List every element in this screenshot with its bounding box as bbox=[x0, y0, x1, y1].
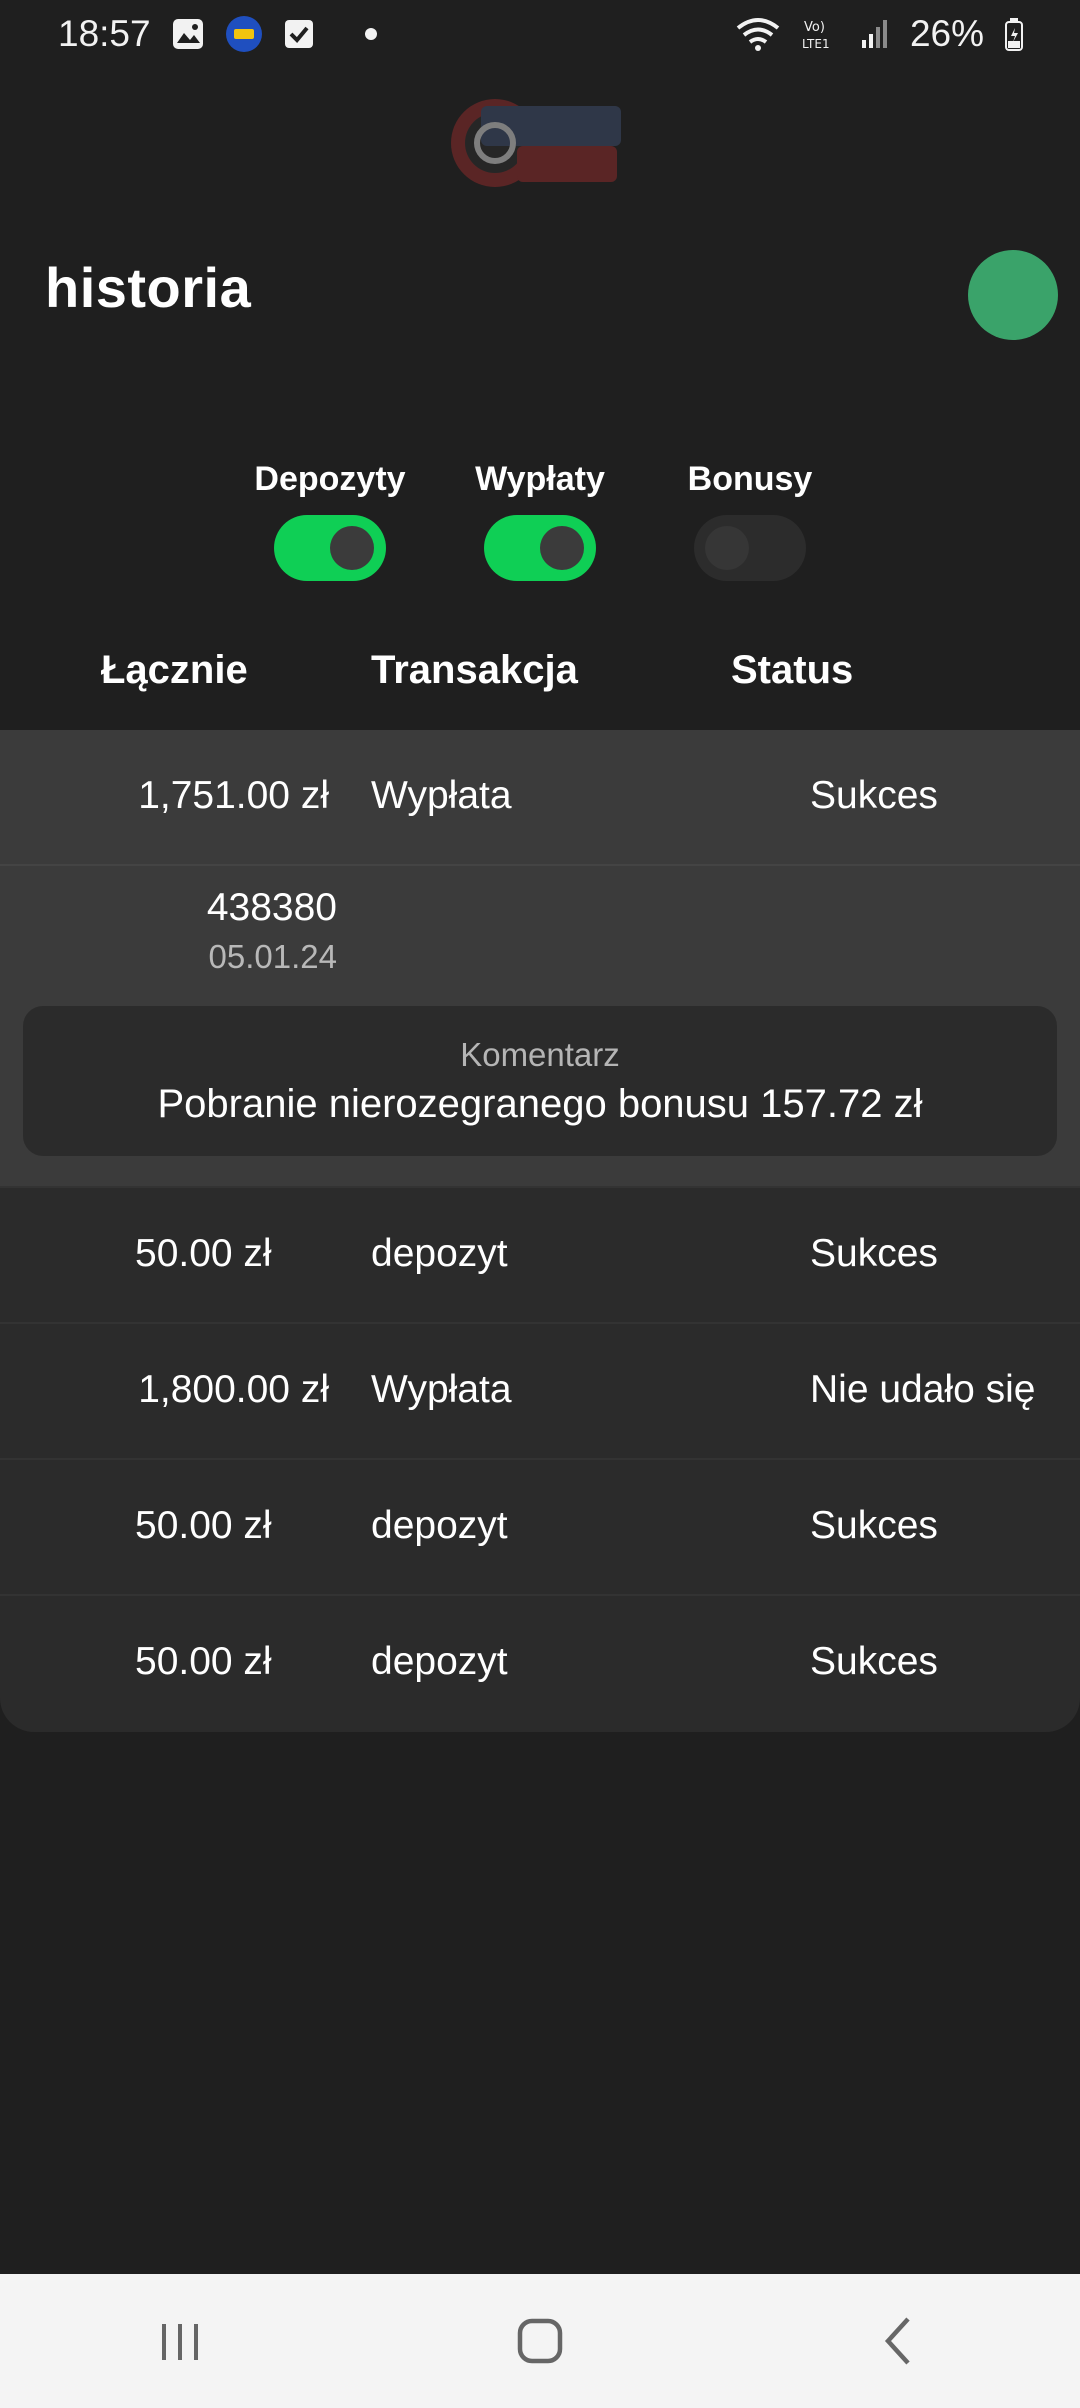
status-bar: 18:57 Vo) LTE1 26% bbox=[0, 0, 1080, 68]
transactions-table: 1,751.00 zł Wypłata Sukces 438380 05.01.… bbox=[0, 730, 1080, 1732]
back-icon bbox=[884, 2317, 910, 2365]
recent-apps-button[interactable] bbox=[120, 2301, 240, 2381]
svg-text:LTE1: LTE1 bbox=[802, 37, 830, 51]
filter-bonuses: Bonusy bbox=[665, 460, 835, 581]
wifi-icon bbox=[736, 16, 780, 52]
transaction-date: 05.01.24 bbox=[208, 938, 337, 975]
withdrawals-toggle[interactable] bbox=[484, 515, 596, 581]
logo-container bbox=[0, 88, 1080, 208]
row-amount: 1,800.00 zł bbox=[138, 1368, 329, 1411]
row-type: depozyt bbox=[371, 1640, 508, 1683]
row-status: Sukces bbox=[810, 1232, 938, 1275]
filter-deposits-label: Depozyty bbox=[254, 460, 406, 498]
filter-bonuses-label: Bonusy bbox=[687, 460, 813, 498]
notification-dot-icon bbox=[364, 28, 377, 40]
signal-icon bbox=[860, 18, 890, 50]
toggle-knob bbox=[540, 526, 584, 570]
app-icon bbox=[225, 15, 263, 53]
row-amount: 50.00 zł bbox=[135, 1640, 272, 1683]
page-title: historia bbox=[45, 256, 252, 319]
column-header-transaction: Transakcja bbox=[371, 648, 578, 692]
svg-text:Vo): Vo) bbox=[804, 20, 825, 35]
table-row-expanded[interactable]: 1,751.00 zł Wypłata Sukces bbox=[0, 730, 1080, 866]
column-header-total: Łącznie bbox=[101, 648, 248, 692]
transaction-id: 438380 bbox=[206, 886, 337, 929]
filter-deposits: Depozyty bbox=[245, 460, 415, 581]
volte-icon: Vo) LTE1 bbox=[800, 16, 840, 52]
row-amount: 50.00 zł bbox=[135, 1232, 272, 1275]
row-status: Sukces bbox=[810, 1504, 938, 1547]
battery-icon bbox=[1004, 17, 1024, 51]
table-row[interactable]: 50.00 zł depozyt Sukces bbox=[0, 1460, 1080, 1596]
row-amount: 50.00 zł bbox=[135, 1504, 272, 1547]
toggle-knob bbox=[705, 526, 749, 570]
home-button[interactable] bbox=[480, 2301, 600, 2381]
filter-withdrawals-label: Wypłaty bbox=[475, 460, 605, 498]
brucebet-logo bbox=[447, 88, 633, 198]
home-icon bbox=[517, 2318, 563, 2364]
column-header-status: Status bbox=[731, 648, 854, 692]
comment-box: Komentarz Pobranie nierozegranego bonusu… bbox=[23, 1006, 1057, 1156]
filter-withdrawals: Wypłaty bbox=[455, 460, 625, 581]
row-status: Sukces bbox=[810, 1640, 938, 1683]
row-status: Sukces bbox=[810, 774, 938, 817]
row-type: Wypłata bbox=[371, 1368, 512, 1411]
row-status: Nie udało się bbox=[810, 1368, 1036, 1411]
gallery-icon bbox=[171, 17, 205, 51]
checkbox-icon bbox=[283, 18, 315, 50]
avatar[interactable] bbox=[968, 250, 1058, 340]
row-type: Wypłata bbox=[371, 774, 512, 817]
row-type: depozyt bbox=[371, 1232, 508, 1275]
row-amount: 1,751.00 zł bbox=[138, 774, 329, 817]
table-header: Łącznie Transakcja Status bbox=[0, 640, 1080, 710]
bonuses-toggle[interactable] bbox=[694, 515, 806, 581]
battery-percent: 26% bbox=[909, 13, 984, 54]
status-time: 18:57 bbox=[58, 13, 151, 54]
comment-text: Pobranie nierozegranego bonusu 157.72 zł bbox=[157, 1081, 923, 1126]
transaction-detail: 438380 05.01.24 Komentarz Pobranie niero… bbox=[0, 866, 1080, 1188]
table-row[interactable]: 1,800.00 zł Wypłata Nie udało się bbox=[0, 1324, 1080, 1460]
table-row[interactable]: 50.00 zł depozyt Sukces bbox=[0, 1188, 1080, 1324]
system-nav-bar bbox=[0, 2274, 1080, 2408]
recent-apps-icon bbox=[162, 2324, 198, 2360]
comment-label: Komentarz bbox=[460, 1035, 620, 1073]
deposits-toggle[interactable] bbox=[274, 515, 386, 581]
filter-toggles: Depozyty Wypłaty Bonusy bbox=[0, 460, 1080, 581]
toggle-knob bbox=[330, 526, 374, 570]
back-button[interactable] bbox=[840, 2301, 960, 2381]
row-type: depozyt bbox=[371, 1504, 508, 1547]
table-row[interactable]: 50.00 zł depozyt Sukces bbox=[0, 1596, 1080, 1732]
